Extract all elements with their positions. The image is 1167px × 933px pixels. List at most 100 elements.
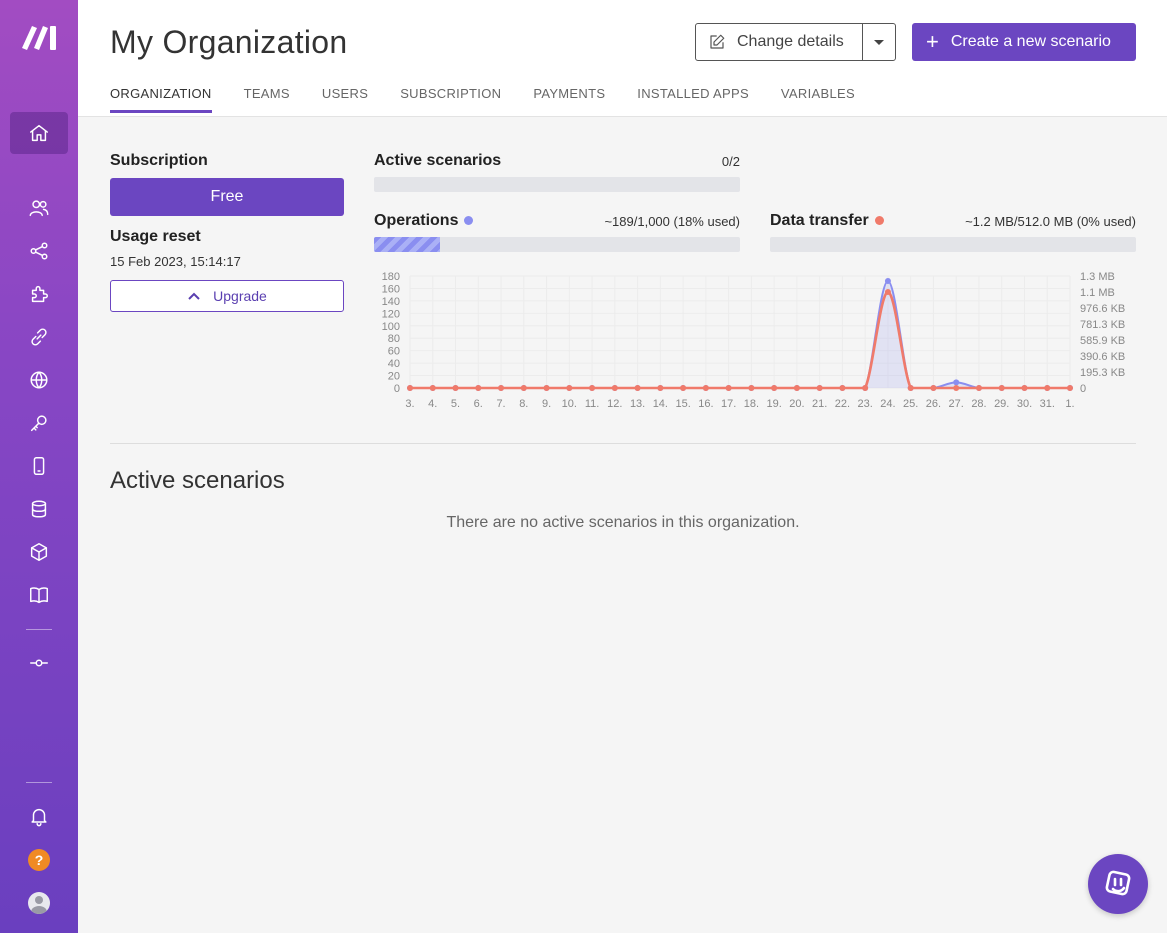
y-left-tick-label: 40	[388, 358, 400, 370]
sidebar-item-data-structures[interactable]	[10, 531, 68, 573]
x-tick-label: 8.	[519, 398, 528, 410]
sidebar-item-datastores[interactable]	[10, 488, 68, 530]
data-transfer-point	[862, 385, 869, 391]
x-tick-label: 1.	[1065, 398, 1074, 410]
data-transfer-point	[975, 385, 982, 391]
page-title: My Organization	[110, 24, 348, 60]
sidebar-item-scenarios[interactable]	[10, 230, 68, 272]
operations-value: ~189/1,000 (18% used)	[604, 213, 740, 229]
y-right-tick-label: 1.3 MB	[1080, 271, 1115, 283]
sidebar-item-webhooks[interactable]	[10, 359, 68, 401]
data-transfer-point	[748, 385, 755, 391]
active-scenarios-value: 0/2	[721, 153, 740, 169]
change-details-dropdown[interactable]	[862, 23, 896, 61]
sidebar-item-profile[interactable]	[10, 882, 68, 924]
x-tick-label: 10.	[562, 398, 577, 410]
data-transfer-point	[930, 385, 937, 391]
active-scenarios-title: Active scenarios	[110, 467, 285, 494]
change-details-button[interactable]: Change details	[695, 23, 863, 61]
plan-badge: Free	[110, 178, 344, 216]
x-tick-label: 27.	[949, 398, 964, 410]
sidebar-item-templates[interactable]	[10, 273, 68, 315]
sidebar-item-flow[interactable]	[10, 642, 68, 684]
cube-icon	[30, 543, 48, 561]
active-scenarios-label: Active scenarios	[374, 152, 502, 169]
y-right-tick-label: 585.9 KB	[1080, 335, 1125, 347]
data-transfer-value: ~1.2 MB/512.0 MB (0% used)	[965, 213, 1136, 229]
chat-icon	[1105, 870, 1131, 896]
x-tick-label: 21.	[812, 398, 827, 410]
sidebar-item-teams[interactable]	[10, 187, 68, 229]
data-transfer-point	[543, 385, 550, 391]
y-left-tick-label: 180	[382, 271, 400, 283]
x-tick-label: 4.	[428, 398, 437, 410]
y-right-tick-label: 195.3 KB	[1080, 367, 1125, 379]
data-transfer-point	[1021, 385, 1028, 391]
x-tick-label: 11.	[585, 398, 599, 410]
y-left-tick-label: 20	[388, 371, 400, 383]
tab-variables[interactable]: VARIABLES	[781, 86, 855, 113]
tab-subscription[interactable]: SUBSCRIPTION	[400, 86, 501, 113]
sidebar-item-keys[interactable]	[10, 402, 68, 444]
sidebar-item-home[interactable]	[10, 112, 68, 154]
operations-bar	[374, 237, 740, 252]
sidebar-item-devices[interactable]	[10, 445, 68, 487]
tab-installed-apps[interactable]: INSTALLED APPS	[637, 86, 749, 113]
data-transfer-point	[589, 385, 596, 391]
x-tick-label: 5.	[451, 398, 460, 410]
caret-down-icon	[874, 39, 884, 45]
active-scenarios-bar	[374, 177, 740, 192]
y-left-tick-label: 60	[388, 346, 400, 358]
data-transfer-legend-dot	[874, 216, 884, 226]
help-icon: ?	[28, 849, 50, 871]
key-icon	[30, 415, 47, 432]
operations-line	[410, 279, 1070, 389]
sidebar-item-docs[interactable]	[10, 574, 68, 616]
data-transfer-point	[634, 385, 641, 391]
tab-organization[interactable]: ORGANIZATION	[110, 86, 212, 113]
sidebar-item-help[interactable]: ?	[10, 839, 68, 881]
data-transfer-point	[657, 385, 664, 391]
tab-bar: ORGANIZATION TEAMS USERS SUBSCRIPTION PA…	[110, 86, 887, 113]
operations-point	[884, 277, 891, 284]
x-tick-label: 16.	[698, 398, 713, 410]
data-transfer-point	[998, 385, 1005, 391]
x-tick-label: 14.	[653, 398, 668, 410]
data-transfer-point	[452, 385, 459, 391]
data-transfer-point	[1067, 385, 1073, 391]
x-tick-label: 31.	[1040, 398, 1055, 410]
bell-icon	[31, 808, 47, 827]
operations-point	[953, 379, 960, 386]
sidebar-item-notifications[interactable]	[10, 795, 68, 837]
upgrade-button[interactable]: Upgrade	[110, 280, 344, 312]
tab-payments[interactable]: PAYMENTS	[533, 86, 605, 113]
home-icon	[30, 124, 48, 142]
y-right-tick-label: 390.6 KB	[1080, 351, 1125, 363]
x-tick-label: 12.	[607, 398, 622, 410]
tab-users[interactable]: USERS	[322, 86, 368, 113]
y-left-tick-label: 100	[382, 321, 400, 333]
avatar	[28, 892, 50, 914]
data-transfer-point	[520, 385, 527, 391]
data-transfer-point	[611, 385, 618, 391]
x-tick-label: 24.	[880, 398, 895, 410]
operations-meter: Operations ~189/1,000 (18% used)	[374, 212, 740, 252]
make-logo[interactable]	[20, 22, 58, 52]
x-tick-label: 15.	[675, 398, 690, 410]
data-transfer-point	[475, 385, 482, 391]
y-left-tick-label: 80	[388, 333, 400, 345]
globe-icon	[30, 371, 48, 389]
chat-support-button[interactable]	[1088, 854, 1148, 914]
tab-teams[interactable]: TEAMS	[244, 86, 290, 113]
y-right-tick-label: 976.6 KB	[1080, 303, 1125, 315]
x-tick-label: 20.	[789, 398, 804, 410]
flow-icon	[30, 659, 48, 667]
create-scenario-button[interactable]: + Create a new scenario	[912, 23, 1136, 61]
subscription-panel: Subscription Free Usage reset 15 Feb 202…	[110, 152, 344, 312]
sidebar: ?	[0, 0, 78, 933]
y-left-tick-label: 160	[382, 283, 400, 295]
x-tick-label: 6.	[474, 398, 483, 410]
sidebar-item-connections[interactable]	[10, 316, 68, 358]
y-right-tick-label: 781.3 KB	[1080, 319, 1125, 331]
section-divider	[110, 443, 1136, 444]
